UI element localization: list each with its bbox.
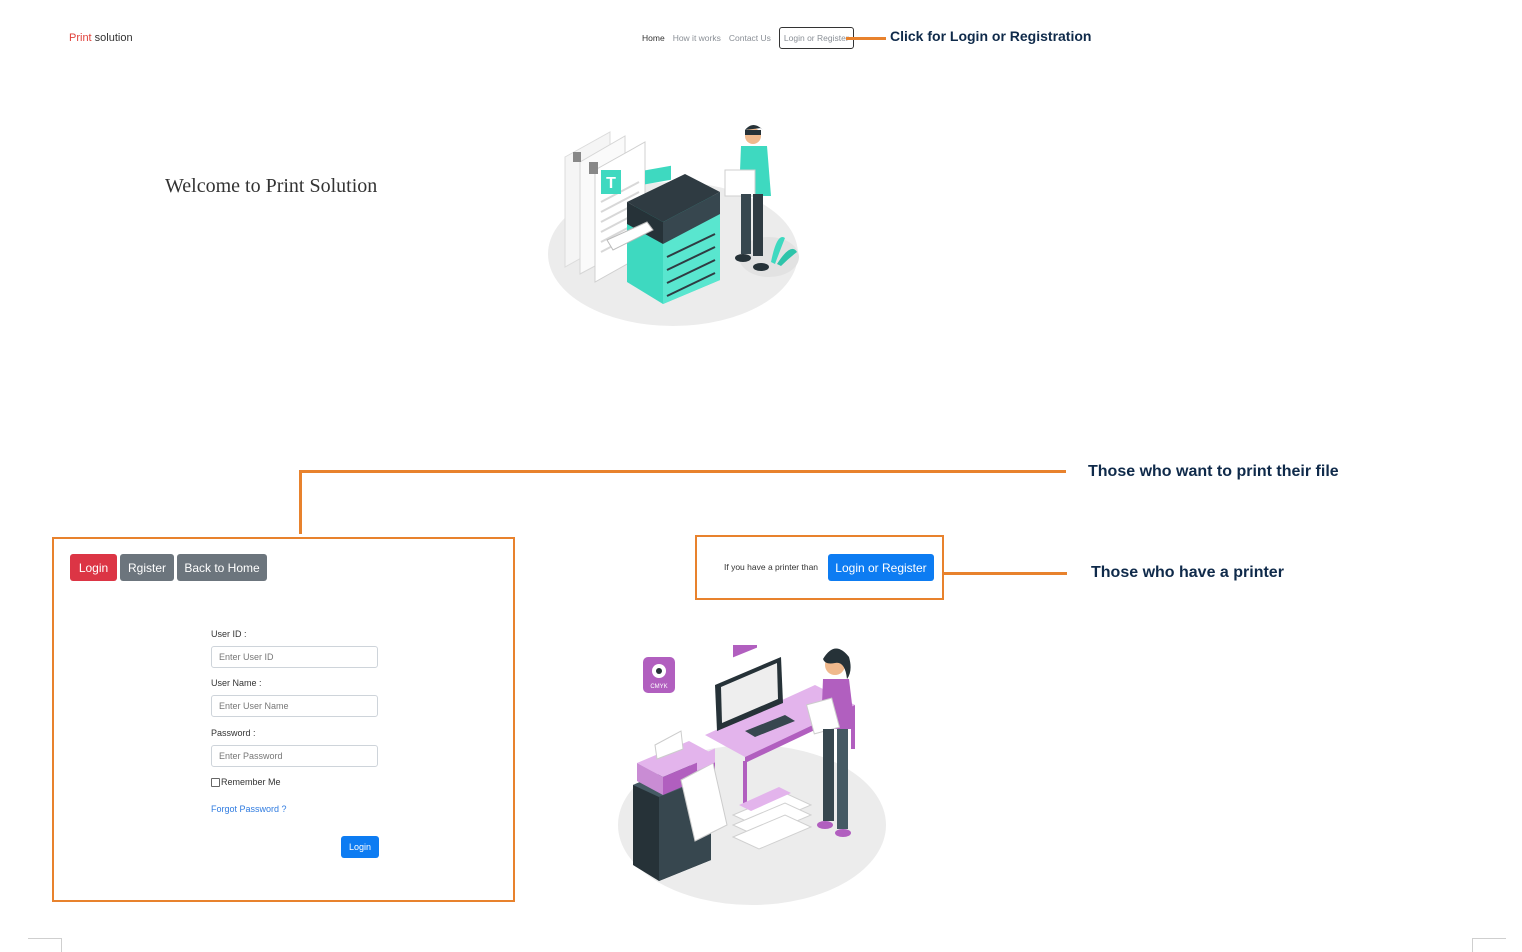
brand-logo[interactable]: Print solution bbox=[69, 32, 133, 44]
annotation-login-registration: Click for Login or Registration bbox=[890, 28, 1092, 44]
user-id-placeholder: Enter User ID bbox=[219, 652, 274, 662]
top-nav: Home How it works Contact Us Login or Re… bbox=[642, 27, 854, 49]
login-panel-highlight bbox=[52, 537, 515, 902]
svg-text:CMYK: CMYK bbox=[650, 684, 667, 690]
page-mark-right bbox=[1472, 938, 1506, 939]
annotation-line-printer bbox=[944, 572, 1067, 575]
hero-title: Welcome to Print Solution bbox=[165, 175, 378, 197]
printer-owner-text: If you have a printer than bbox=[724, 562, 819, 572]
forgot-password-link[interactable]: Forgot Password ? bbox=[211, 804, 287, 814]
page-mark-right-vertical bbox=[1472, 938, 1473, 952]
user-name-placeholder: Enter User Name bbox=[219, 701, 289, 711]
annotation-print-file: Those who want to print their file bbox=[1088, 463, 1339, 480]
brand-solution: solution bbox=[91, 32, 133, 44]
annotation-line-login bbox=[846, 37, 886, 40]
nav-home[interactable]: Home bbox=[642, 33, 665, 43]
brand-print: Print bbox=[69, 32, 92, 44]
svg-text:T: T bbox=[606, 175, 616, 192]
remember-me-checkbox[interactable] bbox=[211, 778, 220, 787]
tab-register-button[interactable]: Rgister bbox=[120, 554, 174, 581]
user-id-input[interactable]: Enter User ID bbox=[211, 646, 378, 668]
user-name-input[interactable]: Enter User Name bbox=[211, 695, 378, 717]
printer-illustration: T bbox=[548, 125, 799, 326]
back-to-home-button[interactable]: Back to Home bbox=[177, 554, 267, 581]
designer-illustration: CMYK bbox=[618, 645, 886, 905]
printer-owner-login-register-button[interactable]: Login or Register bbox=[828, 554, 934, 581]
annotation-have-printer: Those who have a printer bbox=[1091, 564, 1284, 581]
page-mark-left bbox=[28, 938, 62, 939]
password-input[interactable]: Enter Password bbox=[211, 745, 378, 767]
tab-login-button[interactable]: Login bbox=[70, 554, 117, 581]
nav-how-it-works[interactable]: How it works bbox=[673, 33, 721, 43]
user-id-label: User ID : bbox=[211, 629, 247, 639]
annotation-line-print-file-vertical bbox=[299, 470, 302, 534]
annotation-line-print-file-horizontal bbox=[299, 470, 1066, 473]
login-submit-button[interactable]: Login bbox=[341, 836, 379, 858]
nav-login-register[interactable]: Login or Register bbox=[778, 27, 854, 49]
password-label: Password : bbox=[211, 728, 256, 738]
password-placeholder: Enter Password bbox=[219, 751, 283, 761]
user-name-label: User Name : bbox=[211, 678, 262, 688]
page-mark-left-vertical bbox=[61, 938, 62, 952]
nav-contact-us[interactable]: Contact Us bbox=[729, 33, 771, 43]
remember-me-label: Remember Me bbox=[221, 777, 281, 787]
